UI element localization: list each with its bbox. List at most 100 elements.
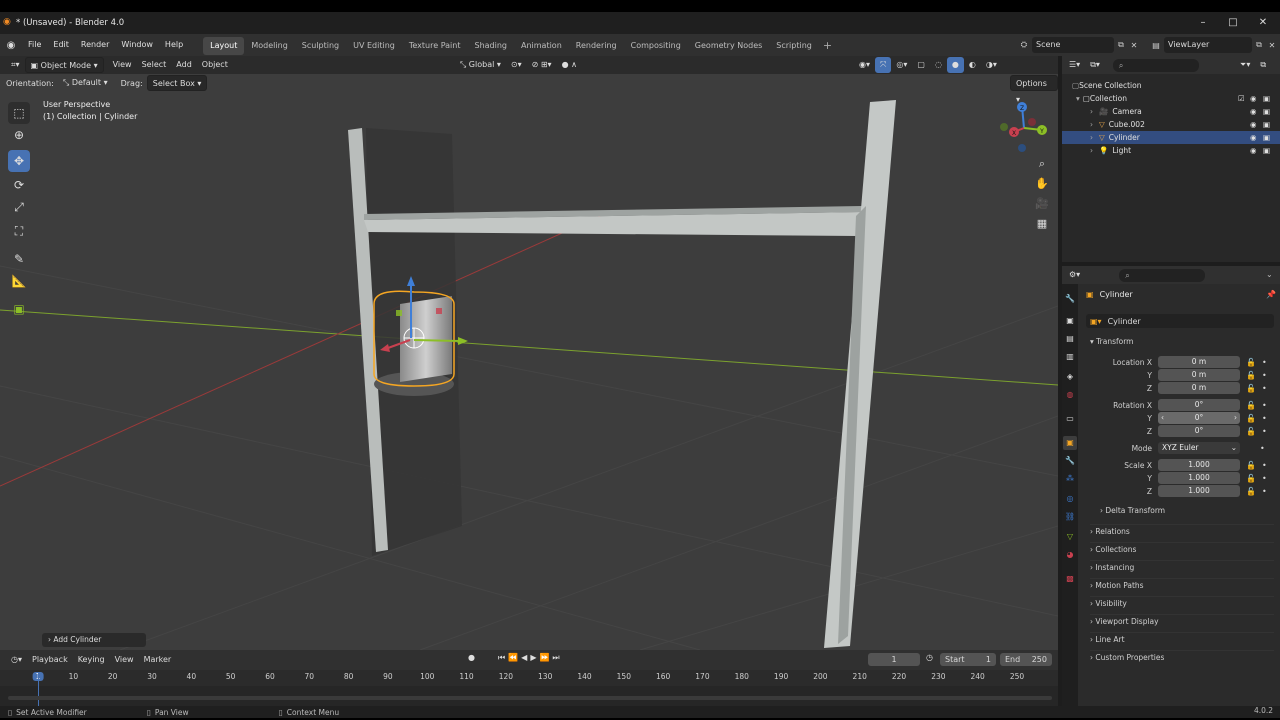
display-mode-icon[interactable]: ⧉▾ <box>1085 57 1105 73</box>
lock-icon[interactable]: 🔓 <box>1246 427 1256 436</box>
lock-icon[interactable]: 🔓 <box>1246 487 1256 496</box>
panel-relations[interactable]: › Relations <box>1090 524 1274 536</box>
collection-checkbox[interactable]: ☑ <box>1238 94 1245 103</box>
measure-tool-icon[interactable]: 📐 <box>8 270 30 292</box>
viewport-menu-select[interactable]: Select <box>137 57 172 73</box>
camera-render-icon[interactable]: ▣ <box>1263 133 1270 142</box>
menu-file[interactable]: File <box>22 34 47 56</box>
increment-arrow-icon[interactable]: › <box>1234 412 1237 424</box>
viewlayer-selector[interactable]: ▤ ViewLayer ⧉ ✕ <box>1148 37 1278 53</box>
menu-window[interactable]: Window <box>115 34 159 56</box>
new-scene-icon[interactable]: ⧉ <box>1114 40 1128 50</box>
view-layer-tab-icon[interactable]: ▥ <box>1063 350 1077 364</box>
rotation-z-field[interactable]: 0° <box>1158 425 1240 437</box>
cursor-tool-icon[interactable]: ⊕ <box>8 124 30 146</box>
collection-tab-icon[interactable]: ▭ <box>1063 412 1077 426</box>
rendered-shading-icon[interactable]: ◑▾ <box>981 57 1002 73</box>
panel-instancing[interactable]: › Instancing <box>1090 560 1274 572</box>
camera-render-icon[interactable]: ▣ <box>1263 146 1270 155</box>
timeline-menu-playback[interactable]: Playback <box>27 652 73 668</box>
outliner-item-camera[interactable]: › 🎥 Camera ◉ ▣ <box>1062 105 1280 118</box>
tab-modeling[interactable]: Modeling <box>244 37 294 55</box>
new-viewlayer-icon[interactable]: ⧉ <box>1252 40 1266 50</box>
panel-line-art[interactable]: › Line Art <box>1090 632 1274 644</box>
keyframe-dot-icon[interactable]: • <box>1262 358 1267 367</box>
location-y-field[interactable]: 0 m <box>1158 369 1240 381</box>
particles-tab-icon[interactable]: ⁂ <box>1063 472 1077 486</box>
menu-help[interactable]: Help <box>159 34 189 56</box>
outliner-item-cylinder[interactable]: › ▽ Cylinder ◉ ▣ <box>1062 131 1280 144</box>
material-tab-icon[interactable]: ◕ <box>1063 548 1077 562</box>
visibility-icon[interactable]: ◉▾ <box>854 57 875 73</box>
tab-geometry-nodes[interactable]: Geometry Nodes <box>688 37 769 55</box>
delta-transform-panel[interactable]: › Delta Transform <box>1100 506 1165 515</box>
location-x-field[interactable]: 0 m <box>1158 356 1240 368</box>
object-name-field[interactable]: ▣▾ Cylinder <box>1086 314 1274 328</box>
transform-space[interactable]: ⤡ Global ▾ <box>455 57 506 73</box>
panel-viewport-display[interactable]: › Viewport Display <box>1090 614 1274 626</box>
maximize-button[interactable]: □ <box>1222 15 1244 31</box>
outliner[interactable]: ☰▾ ⧉▾ ⌕ ⏷▾ ⧉ ▢ Scene Collection ▾ ▢ Coll… <box>1062 56 1280 262</box>
move-tool-icon[interactable]: ✥ <box>8 150 30 172</box>
expand-arrow-icon[interactable]: ▾ <box>1076 94 1080 103</box>
eye-icon[interactable]: ◉ <box>1250 146 1257 155</box>
camera-view-icon[interactable]: 🎥 <box>1032 194 1052 214</box>
properties-editor-icon[interactable]: ⚙▾ <box>1064 267 1085 283</box>
timeline-menu-view[interactable]: View <box>110 652 139 668</box>
new-collection-icon[interactable]: ⧉ <box>1255 57 1271 73</box>
tab-uv-editing[interactable]: UV Editing <box>346 37 402 55</box>
world-tab-icon[interactable]: ◍ <box>1063 388 1077 402</box>
panel-motion-paths[interactable]: › Motion Paths <box>1090 578 1274 590</box>
tab-scripting[interactable]: Scripting <box>769 37 819 55</box>
gizmo-toggle-icon[interactable]: ⤧ <box>874 57 892 73</box>
keyframe-dot-icon[interactable]: • <box>1262 414 1267 423</box>
rotation-mode-select[interactable]: XYZ Euler ⌄ <box>1158 442 1240 454</box>
tab-shading[interactable]: Shading <box>467 37 514 55</box>
editor-type-icon[interactable]: ⌗▾ <box>6 57 25 73</box>
wireframe-shading-icon[interactable]: ◌ <box>930 57 947 73</box>
current-frame-field[interactable]: 1 <box>868 653 920 666</box>
lock-icon[interactable]: 🔓 <box>1246 414 1256 423</box>
rotation-y-field[interactable]: ‹ 0° › <box>1158 412 1240 424</box>
gizmo-y-arrow[interactable] <box>413 339 461 342</box>
keyframe-dot-icon[interactable]: • <box>1262 474 1267 483</box>
last-operator-panel[interactable]: › Add Cylinder <box>42 633 146 647</box>
tab-rendering[interactable]: Rendering <box>569 37 624 55</box>
keyframe-dot-icon[interactable]: • <box>1262 427 1267 436</box>
record-button-icon[interactable]: ● <box>468 653 475 662</box>
timeline-editor-icon[interactable]: ◷▾ <box>6 652 27 668</box>
panel-visibility[interactable]: › Visibility <box>1090 596 1274 608</box>
eye-icon[interactable]: ◉ <box>1250 107 1257 116</box>
outliner-scene-collection[interactable]: ▢ Scene Collection <box>1062 79 1280 92</box>
viewport-menu-add[interactable]: Add <box>171 57 197 73</box>
properties-search-input[interactable]: ⌕ <box>1119 268 1206 282</box>
blender-menu-icon[interactable]: ◉ <box>0 40 22 51</box>
scale-y-field[interactable]: 1.000 <box>1158 472 1240 484</box>
delete-scene-icon[interactable]: ✕ <box>1128 41 1140 50</box>
proportional-edit-icon[interactable]: ● ∧ <box>557 57 582 73</box>
annotate-tool-icon[interactable]: ✎ <box>8 248 30 270</box>
menu-edit[interactable]: Edit <box>47 34 75 56</box>
pin-icon[interactable]: 📌 <box>1266 290 1276 299</box>
scale-x-field[interactable]: 1.000 <box>1158 459 1240 471</box>
3d-viewport[interactable]: Z Y X ⌗▾ ▣ Object Mode ▾ View Select Add Ob… <box>0 56 1058 650</box>
data-tab-icon[interactable]: ▽ <box>1063 530 1077 544</box>
expand-arrow-icon[interactable]: › <box>1090 133 1093 142</box>
options-chevron-icon[interactable]: ⌄ <box>1266 270 1273 279</box>
timeline-scrollbar[interactable] <box>8 696 1052 700</box>
lock-icon[interactable]: 🔓 <box>1246 401 1256 410</box>
mode-selector[interactable]: ▣ Object Mode ▾ <box>24 57 104 73</box>
viewport-menu-object[interactable]: Object <box>197 57 233 73</box>
outliner-search-input[interactable]: ⌕ <box>1112 58 1199 72</box>
camera-render-icon[interactable]: ▣ <box>1263 120 1270 129</box>
tab-layout[interactable]: Layout <box>203 37 245 55</box>
orientation-selector[interactable]: ⤡ Default ▾ <box>58 75 113 91</box>
material-shading-icon[interactable]: ◐ <box>964 57 981 73</box>
scene-name[interactable]: Scene <box>1032 37 1114 53</box>
eye-icon[interactable]: ◉ <box>1250 120 1257 129</box>
tab-animation[interactable]: Animation <box>514 37 569 55</box>
minimize-button[interactable]: – <box>1192 15 1214 31</box>
tab-texture-paint[interactable]: Texture Paint <box>402 37 468 55</box>
modifier-tab-icon[interactable]: 🔧 <box>1063 454 1077 468</box>
physics-tab-icon[interactable]: ◎ <box>1063 492 1077 506</box>
